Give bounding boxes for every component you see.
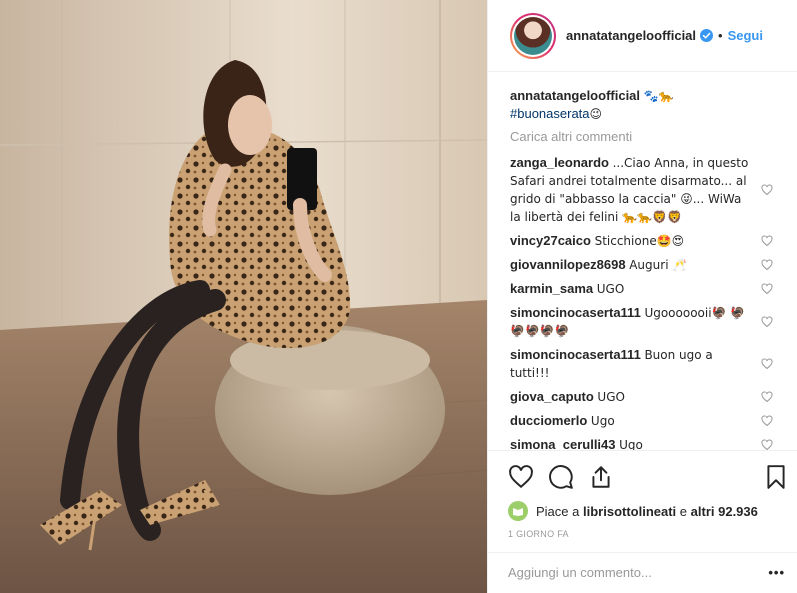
add-comment-placeholder: Aggiungi un commento... (508, 565, 652, 580)
like-comment-heart-icon[interactable] (761, 358, 773, 370)
caption-hashtag[interactable]: #buonaserata (510, 106, 590, 121)
post-side-panel: annatatangeloofficial • Segui annatatang… (487, 0, 797, 593)
comment-username[interactable]: vincy27caico (510, 233, 591, 248)
comment-item: giovannilopez8698 Auguri 🥂 (510, 256, 775, 274)
comment-item: simoncinocaserta111 Ugooooooii🦃 🦃🦃🦃🦃🦃 (510, 304, 775, 340)
liker-username[interactable]: librisottolineati (583, 504, 676, 519)
comment-text: Auguri 🥂 (629, 258, 688, 272)
comment-item: ducciomerlo Ugo (510, 412, 775, 430)
comment-username[interactable]: simoncinocaserta111 (510, 347, 641, 362)
comment-username[interactable]: giova_caputo (510, 389, 594, 404)
comment-item: simoncinocaserta111 Buon ugo a tutti!!! (510, 346, 775, 382)
post-photo[interactable] (0, 0, 487, 593)
like-comment-heart-icon[interactable] (761, 316, 773, 328)
like-comment-heart-icon[interactable] (761, 415, 773, 427)
post-caption: annatatangeloofficial 🐾🐆 #buonaserata😉 (510, 87, 775, 123)
likes-prefix: Piace a (536, 503, 580, 519)
comment-item: zanga_leonardo ...Ciao Anna, in questo S… (510, 154, 775, 226)
comment-username[interactable]: giovannilopez8698 (510, 257, 626, 272)
likes-count[interactable]: altri 92.936 (691, 504, 758, 519)
like-comment-heart-icon[interactable] (761, 235, 773, 247)
comment-text: Ugo (590, 414, 615, 428)
follow-button[interactable]: Segui (728, 28, 763, 43)
add-comment-input[interactable]: Aggiungi un commento... ••• (488, 552, 797, 593)
likes-summary[interactable]: Piace a librisottolineati e altri 92.936 (508, 501, 789, 521)
post-header: annatatangeloofficial • Segui (488, 0, 797, 72)
verified-badge-icon (700, 29, 714, 42)
like-heart-icon[interactable] (508, 464, 534, 490)
author-username[interactable]: annatatangeloofficial (566, 28, 696, 43)
more-options-icon[interactable]: ••• (768, 565, 785, 580)
comment-bubble-icon[interactable] (548, 464, 574, 490)
load-more-comments-button[interactable]: Carica altri commenti (510, 129, 775, 144)
caption-username[interactable]: annatatangeloofficial (510, 88, 640, 103)
comment-item: karmin_sama UGO (510, 280, 775, 298)
comment-item: vincy27caico Sticchione🤩😍 (510, 232, 775, 250)
caption-hashtag-emoji: 😉 (589, 107, 603, 121)
like-comment-heart-icon[interactable] (761, 184, 773, 196)
likes-and: e (679, 503, 688, 519)
comment-username[interactable]: simoncinocaserta111 (510, 305, 641, 320)
share-icon[interactable] (588, 464, 614, 490)
author-avatar[interactable] (510, 12, 556, 59)
post-actions: Piace a librisottolineati e altri 92.936… (488, 450, 797, 539)
caption-emoji: 🐾🐆 (643, 89, 674, 103)
comment-username[interactable]: karmin_sama (510, 281, 593, 296)
like-comment-heart-icon[interactable] (761, 283, 773, 295)
photo-illustration (0, 0, 487, 593)
liker-avatar[interactable] (508, 501, 528, 521)
comment-item: giova_caputo UGO (510, 388, 775, 406)
comment-text: UGO (597, 390, 625, 404)
comment-text: Sticchione🤩😍 (594, 234, 685, 248)
comment-item: simona_cerulli43 Ugo (510, 436, 775, 450)
bookmark-icon[interactable] (763, 464, 789, 490)
book-icon (513, 508, 523, 516)
comments-list[interactable]: annatatangeloofficial 🐾🐆 #buonaserata😉 C… (488, 73, 797, 450)
comment-text: Ugo (619, 438, 643, 450)
comment-username[interactable]: ducciomerlo (510, 413, 587, 428)
header-separator: • (718, 28, 723, 43)
like-comment-heart-icon[interactable] (761, 259, 773, 271)
comment-username[interactable]: simona_cerulli43 (510, 437, 616, 450)
comment-username[interactable]: zanga_leonardo (510, 155, 609, 170)
like-comment-heart-icon[interactable] (761, 439, 773, 450)
comment-text: UGO (596, 282, 625, 296)
post-timestamp[interactable]: 1 GIORNO FA (508, 529, 789, 539)
like-comment-heart-icon[interactable] (761, 391, 773, 403)
